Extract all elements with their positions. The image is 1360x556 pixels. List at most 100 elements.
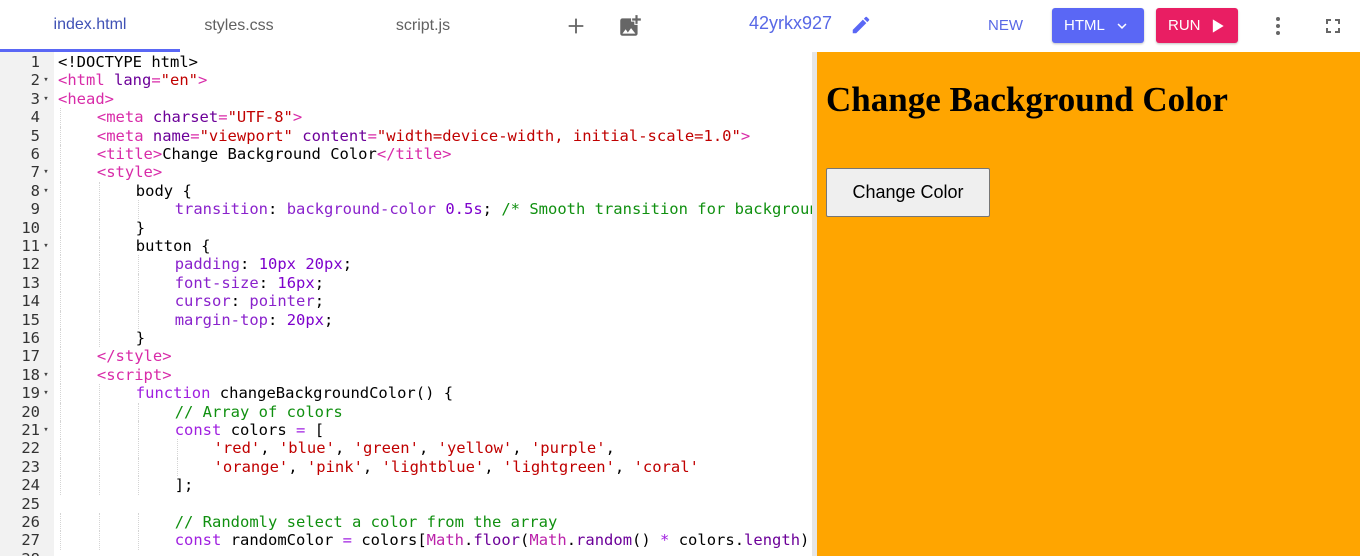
language-select-button[interactable]: HTML — [1052, 8, 1144, 43]
code-text: <style> — [97, 163, 162, 181]
code-line[interactable]: 20 // Array of colors — [0, 402, 812, 421]
code-token: ; — [482, 200, 502, 219]
code-line[interactable]: 9 transition: background-color 0.5s; /* S… — [0, 200, 812, 219]
code-line[interactable]: 22 'red', 'blue', 'green', 'yellow', 'pur… — [0, 439, 812, 458]
indent-guide — [60, 273, 61, 293]
line-number: 13 — [21, 273, 40, 292]
code-line[interactable]: 8 ▾ body { — [0, 181, 812, 201]
code-line[interactable]: 1 <!DOCTYPE html> — [0, 53, 812, 71]
code-line[interactable]: 2 ▾ <html lang="en"> — [0, 71, 812, 89]
code-text: <head> — [58, 90, 114, 108]
code-line[interactable]: 6 <title>Change Background Color</title> — [0, 145, 812, 164]
code-token: 'orange' — [213, 457, 289, 476]
fold-toggle-icon[interactable]: ▾ — [41, 71, 51, 89]
change-color-button[interactable]: Change Color — [826, 168, 990, 217]
tab-styles-css[interactable]: styles.css — [150, 0, 328, 52]
code-line[interactable]: 27 const randomColor = colors[Math.floor(… — [0, 531, 812, 550]
code-line[interactable]: 21 ▾ const colors = [ — [0, 421, 812, 440]
line-number: 10 — [21, 218, 40, 237]
code-line[interactable]: 28 — [0, 550, 812, 556]
indent-guide — [137, 439, 139, 458]
fullscreen-button[interactable] — [1317, 10, 1349, 42]
code-text: </style> — [97, 347, 172, 365]
code-line[interactable]: 14 cursor: pointer; — [0, 292, 812, 311]
code-token: <script> — [96, 365, 172, 384]
line-number: 8 — [30, 181, 40, 200]
line-number: 25 — [21, 494, 40, 513]
code-line[interactable]: 16} — [0, 329, 812, 348]
line-number: 17 — [21, 347, 40, 366]
fold-toggle-icon[interactable]: ▾ — [41, 366, 51, 384]
run-button[interactable]: RUN — [1156, 8, 1238, 43]
indent-guide — [98, 421, 100, 440]
fold-toggle-icon[interactable]: ▾ — [41, 90, 51, 108]
indent-guide — [98, 237, 100, 256]
indent-guide — [60, 365, 61, 385]
code-line[interactable]: 15 margin-top: 20px; — [0, 310, 812, 329]
code-token: button { — [135, 237, 211, 255]
code-token: ; — [324, 310, 334, 329]
fold-toggle-icon[interactable]: ▾ — [41, 182, 51, 200]
code-line[interactable]: 25 — [0, 495, 812, 513]
indent-guide — [98, 531, 100, 550]
code-token: Math — [529, 531, 567, 550]
code-line[interactable]: 13 font-size: 16px; — [0, 273, 812, 293]
code-line[interactable]: 12 padding: 10px 20px; — [0, 255, 812, 274]
top-bar: index.html styles.css script.js 42yrkx92… — [0, 0, 1360, 52]
rename-project-button[interactable] — [848, 12, 874, 38]
code-token: * — [660, 531, 679, 550]
code-line[interactable]: 7 ▾ <style> — [0, 163, 812, 182]
code-token: "UTF-8" — [227, 108, 293, 127]
line-number: 19 — [21, 384, 40, 403]
project-name[interactable]: 42yrkx927 — [749, 13, 832, 34]
indent-guide — [60, 421, 61, 440]
code-token: = — [151, 71, 161, 90]
new-button[interactable]: NEW — [976, 13, 1035, 37]
code-line[interactable]: 3 ▾ <head> — [0, 90, 812, 108]
indent-guide — [60, 108, 61, 127]
fold-toggle-icon[interactable]: ▾ — [41, 384, 51, 402]
code-line[interactable]: 5 <meta name="viewport" content="width=de… — [0, 126, 812, 145]
code-line[interactable]: 23 'orange', 'pink', 'lightblue', 'lightg… — [0, 457, 812, 477]
code-line[interactable]: 11 ▾ button { — [0, 237, 812, 256]
fold-toggle-icon[interactable]: ▾ — [41, 421, 51, 439]
line-number: 24 — [21, 476, 40, 495]
code-text: function changeBackgroundColor() { — [136, 384, 453, 402]
code-line[interactable]: 26 // Randomly select a color from the ar… — [0, 513, 812, 532]
indent-guide — [60, 145, 61, 164]
code-token: , — [362, 457, 382, 476]
line-number: 1 — [30, 53, 40, 71]
code-editor[interactable]: 1 <!DOCTYPE html> 2 ▾ <html lang="en"> 3 ▾ <hea… — [0, 52, 812, 556]
code-text: body { — [136, 182, 192, 200]
code-token: 16px — [277, 273, 315, 292]
tab-script-js[interactable]: script.js — [334, 0, 512, 52]
indent-guide — [137, 310, 139, 329]
fold-toggle-icon[interactable]: ▾ — [41, 237, 51, 255]
code-token: 20px — [286, 310, 325, 329]
code-token: changeBackgroundColor() { — [219, 384, 454, 403]
code-token: pointer — [249, 292, 315, 311]
line-number: 20 — [21, 402, 40, 421]
code-line[interactable]: 19 ▾ function changeBackgroundColor() { — [0, 384, 812, 403]
fold-toggle-icon[interactable]: ▾ — [41, 163, 51, 181]
code-text: margin-top: 20px; — [175, 311, 334, 329]
line-number: 3 — [30, 89, 40, 108]
code-line[interactable]: 17 </style> — [0, 347, 812, 366]
code-line[interactable]: 24]; — [0, 476, 812, 495]
indent-guide — [60, 347, 61, 366]
add-file-button[interactable] — [560, 10, 592, 42]
code-line[interactable]: 18 ▾ <script> — [0, 365, 812, 385]
add-image-icon — [620, 15, 641, 36]
indent-guide — [98, 402, 100, 421]
line-number: 5 — [30, 126, 40, 145]
indent-guide — [60, 200, 61, 219]
more-options-button[interactable] — [1262, 10, 1294, 42]
indent-guide — [98, 329, 100, 348]
code-token: cursor — [174, 292, 231, 311]
add-image-button[interactable] — [614, 10, 646, 42]
code-line[interactable]: 4 <meta charset="UTF-8"> — [0, 108, 812, 127]
indent-guide — [98, 310, 100, 329]
code-line[interactable]: 10} — [0, 218, 812, 237]
code-token: transition — [174, 200, 269, 219]
code-token: ; — [342, 255, 353, 274]
